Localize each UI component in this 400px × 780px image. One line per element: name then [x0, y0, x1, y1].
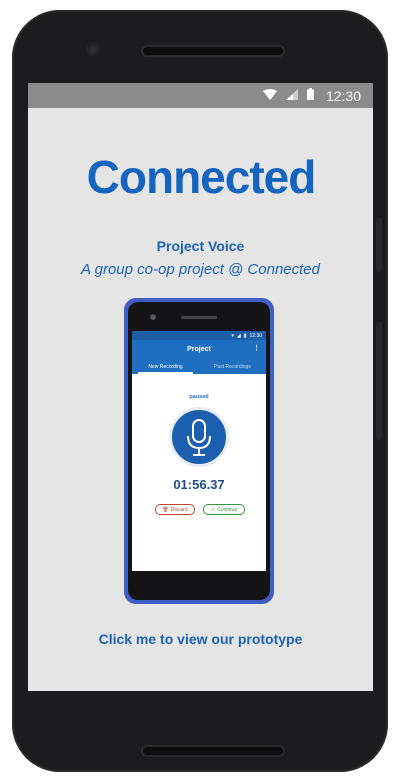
page-subtitle: A group co-op project @ Connected	[81, 261, 320, 278]
signal-icon	[285, 87, 298, 105]
connected-logo: Connected	[28, 153, 373, 201]
bottom-speaker	[143, 747, 283, 755]
preview-discard-label: Discard	[170, 506, 188, 513]
preview-signal-icon: ◢	[236, 332, 241, 339]
preview-tab-past-recordings: Past Recordings	[214, 363, 251, 370]
preview-continue-button: ✓ Continue	[203, 504, 245, 515]
check-icon: ✓	[210, 506, 216, 513]
preview-tab-new-recording: New Recording	[132, 359, 199, 374]
preview-wifi-icon: ▾	[231, 332, 234, 339]
preview-device: ▾ ◢ ▮ 12:30 Project ⋮ New Recording Past…	[128, 302, 270, 600]
preview-camera-icon	[150, 314, 156, 320]
view-prototype-link[interactable]: Click me to view our prototype	[28, 631, 373, 647]
prototype-preview[interactable]: ▾ ◢ ▮ 12:30 Project ⋮ New Recording Past…	[124, 298, 274, 604]
phone-screen: 12:30 Connected Project Voice A group co…	[28, 83, 373, 691]
wifi-icon	[262, 87, 277, 105]
preview-app-bar: Project ⋮	[132, 340, 266, 359]
status-bar: 12:30	[28, 83, 373, 108]
preview-app-title: Project	[187, 346, 211, 353]
logo-text: Connected	[86, 153, 315, 201]
trash-icon: 🗑	[162, 506, 169, 513]
preview-status-time: 12:30	[249, 332, 262, 339]
preview-screen: ▾ ◢ ▮ 12:30 Project ⋮ New Recording Past…	[132, 331, 266, 571]
front-camera-icon	[86, 42, 100, 56]
preview-discard-button: 🗑 Discard	[155, 504, 195, 515]
volume-button	[376, 322, 382, 440]
status-time: 12:30	[325, 87, 361, 104]
preview-continue-label: Continue	[217, 506, 238, 513]
page-title: Project Voice	[156, 238, 245, 254]
preview-tabs: New Recording Past Recordings	[132, 359, 266, 374]
preview-recording-state: paused	[189, 394, 209, 400]
overflow-menu-icon: ⋮	[253, 345, 260, 352]
preview-timer: 01:56.37	[173, 477, 225, 492]
preview-speaker	[181, 316, 217, 319]
earpiece-speaker	[143, 47, 283, 55]
microphone-icon	[169, 407, 229, 467]
preview-battery-icon: ▮	[243, 332, 247, 339]
power-button	[376, 218, 382, 272]
preview-status-bar: ▾ ◢ ▮ 12:30	[132, 331, 266, 340]
battery-icon	[306, 87, 314, 105]
